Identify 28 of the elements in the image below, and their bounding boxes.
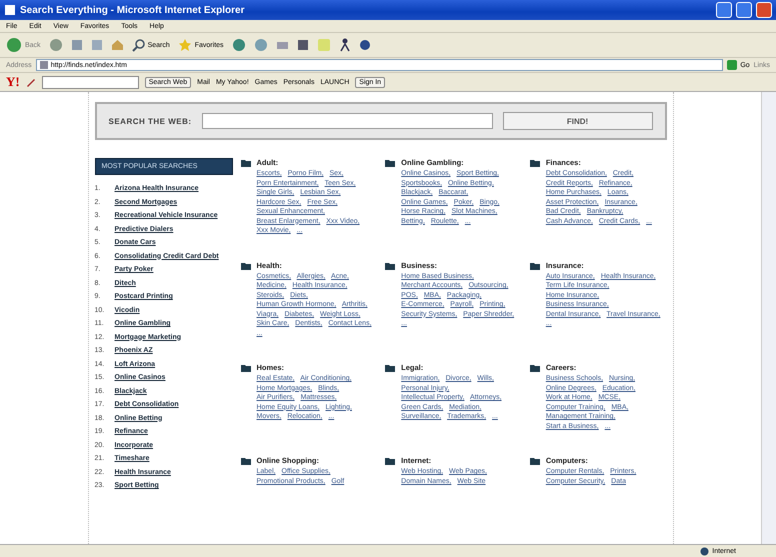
home-icon[interactable] — [110, 39, 124, 51]
folder-icon — [240, 364, 250, 372]
folder-icon — [240, 457, 250, 466]
search-icon — [132, 38, 145, 52]
folder-icon — [240, 262, 250, 270]
search-field[interactable] — [202, 113, 492, 129]
yahoo-logo[interactable]: Y! — [6, 74, 20, 90]
folder-icon — [530, 364, 540, 372]
folder-icon — [240, 159, 250, 167]
folder-icon — [530, 262, 540, 270]
folder-icon — [385, 457, 396, 466]
search-label: SEARCH THE WEB: — [108, 116, 192, 126]
window-title: Search Everything - Microsoft Internet Explorer — [20, 4, 246, 16]
minimize-button[interactable] — [716, 2, 732, 18]
folder-icon — [530, 159, 540, 167]
page-icon — [40, 61, 48, 69]
search-field[interactable] — [42, 76, 139, 88]
folder-icon — [385, 159, 396, 167]
folder-icon — [530, 457, 540, 466]
pencil-icon[interactable] — [26, 77, 36, 87]
star-icon — [178, 38, 192, 52]
scrollbar[interactable] — [761, 92, 776, 544]
find-button[interactable]: FIND! — [502, 112, 652, 130]
figure-icon[interactable] — [338, 38, 351, 52]
folder-icon — [385, 262, 396, 270]
maximize-button[interactable] — [736, 2, 752, 18]
close-button[interactable] — [756, 2, 772, 18]
folder-icon — [385, 364, 396, 372]
